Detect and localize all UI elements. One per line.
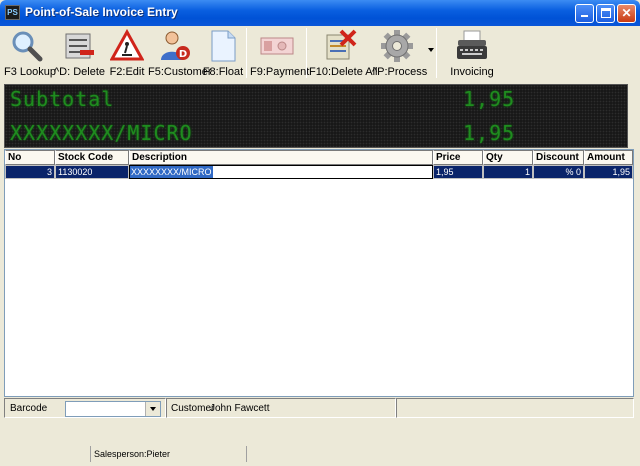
delete-all-label: F10:Delete All	[309, 66, 378, 78]
process-dropdown-arrow[interactable]	[428, 48, 434, 52]
toolbar: F3 Lookup ^D: Delete F2:Edit D F5:Custom…	[2, 26, 638, 82]
current-item-label: XXXXXXXX/MICRO	[10, 121, 193, 145]
edit-button[interactable]: F2:Edit	[106, 26, 148, 82]
current-item-value: 1,95	[463, 121, 516, 145]
payment-label: F9:Payment	[250, 66, 310, 78]
barcode-label: Barcode	[10, 403, 48, 414]
column-header-description[interactable]: Description	[129, 150, 433, 165]
cell-price[interactable]: 1,95	[433, 165, 483, 179]
customer-icon: D	[161, 31, 190, 60]
banknote-icon	[260, 37, 294, 55]
close-button[interactable]: ✕	[617, 4, 636, 23]
maximize-icon	[600, 8, 611, 18]
minimize-button[interactable]	[575, 4, 594, 23]
magnifier-icon	[12, 31, 43, 62]
delete-line-label: ^D: Delete	[54, 66, 106, 78]
customer-label: F5:Customer	[148, 66, 212, 78]
table-row[interactable]: 3 1130020 XXXXXXXX/MICRO 1,95 1 % 0 1,95	[5, 165, 633, 179]
invoice-grid[interactable]: No Stock Code Description Price Qty Disc…	[4, 149, 634, 397]
status-cell-spare	[246, 446, 636, 462]
cell-description-text[interactable]: XXXXXXXX/MICRO	[130, 166, 213, 178]
customer-name: John Fawcett	[210, 403, 270, 414]
led-display: Subtotal 1,95 XXXXXXXX/MICRO 1,95	[4, 84, 628, 148]
subtotal-value: 1,95	[463, 87, 516, 111]
subtotal-label: Subtotal	[10, 87, 115, 111]
barcode-panel: Barcode	[4, 398, 166, 418]
gear-icon	[381, 30, 413, 62]
delete-line-icon	[65, 33, 94, 59]
status-bar: Salesperson:Pieter	[4, 446, 636, 462]
typewriter-icon	[457, 30, 487, 59]
barcode-dropdown-button[interactable]	[145, 402, 160, 416]
minimize-icon	[581, 15, 588, 17]
column-header-stock-code[interactable]: Stock Code	[55, 150, 129, 165]
process-button[interactable]: ^P:Process	[372, 26, 428, 82]
process-label: ^P:Process	[372, 66, 428, 78]
customer-button[interactable]: D F5:Customer	[148, 26, 212, 82]
invoicing-button[interactable]: Invoicing	[444, 26, 500, 82]
window-title: Point-of-Sale Invoice Entry	[25, 5, 178, 19]
close-icon: ✕	[621, 6, 632, 20]
column-header-amount[interactable]: Amount	[584, 150, 633, 165]
toolbar-separator	[246, 28, 247, 78]
grid-header: No Stock Code Description Price Qty Disc…	[5, 150, 633, 165]
title-bar[interactable]: PS Point-of-Sale Invoice Entry ✕	[0, 0, 640, 26]
column-header-qty[interactable]: Qty	[483, 150, 533, 165]
payment-button[interactable]: F9:Payment	[250, 26, 310, 82]
delete-all-button[interactable]: F10:Delete All	[309, 26, 378, 82]
toolbar-separator	[436, 28, 437, 78]
entry-bar: Barcode Customer John Fawcett	[4, 398, 634, 418]
delete-line-button[interactable]: ^D: Delete	[54, 26, 106, 82]
edit-label: F2:Edit	[109, 66, 145, 78]
cell-discount[interactable]: % 0	[533, 165, 584, 179]
svg-text:D: D	[179, 49, 187, 60]
cell-no[interactable]: 3	[5, 165, 55, 179]
column-header-price[interactable]: Price	[433, 150, 483, 165]
lookup-label: F3 Lookup	[4, 66, 56, 78]
info-panel	[396, 398, 634, 418]
salesperson-status: Salesperson:Pieter	[90, 446, 246, 462]
customer-label-text: Customer	[171, 403, 215, 414]
cell-description-editor[interactable]: XXXXXXXX/MICRO	[129, 165, 433, 179]
column-header-discount[interactable]: Discount	[533, 150, 584, 165]
toolbar-separator	[306, 28, 307, 78]
roadwork-sign-icon	[110, 29, 144, 61]
status-cell-empty	[4, 446, 90, 462]
app-icon[interactable]: PS	[5, 5, 20, 20]
invoicing-label: Invoicing	[450, 66, 494, 78]
float-label: F8:Float	[202, 66, 244, 78]
cell-qty[interactable]: 1	[483, 165, 533, 179]
customer-panel: Customer John Fawcett	[166, 398, 396, 418]
cell-stock-code[interactable]: 1130020	[55, 165, 129, 179]
document-icon	[211, 30, 236, 62]
maximize-button[interactable]	[596, 4, 615, 23]
barcode-combo[interactable]	[65, 401, 161, 417]
float-button[interactable]: F8:Float	[202, 26, 244, 82]
cell-amount[interactable]: 1,95	[584, 165, 633, 179]
lookup-button[interactable]: F3 Lookup	[4, 26, 56, 82]
delete-all-icon	[326, 29, 357, 60]
column-header-no[interactable]: No	[5, 150, 55, 165]
